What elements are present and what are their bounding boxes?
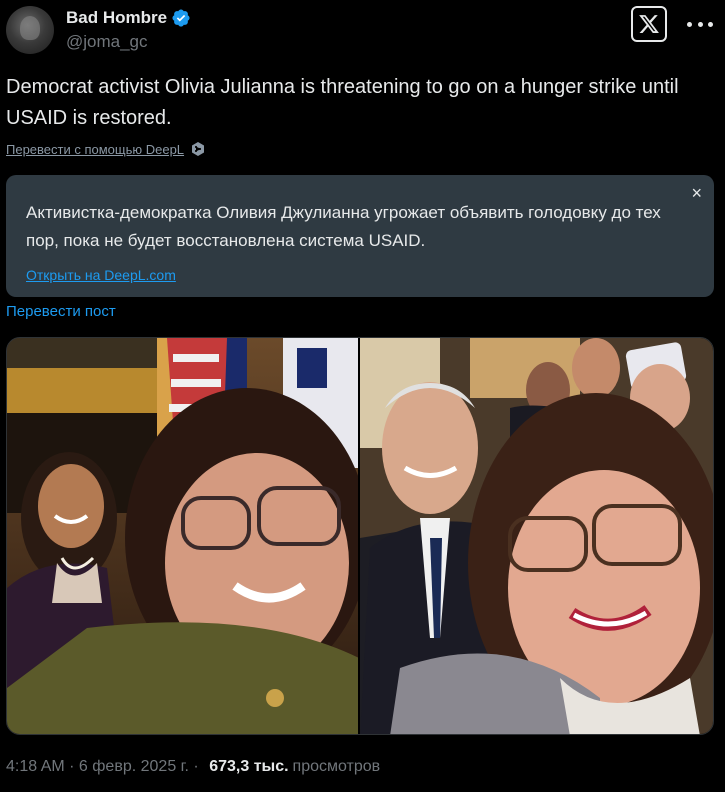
x-logo-icon[interactable] bbox=[631, 6, 667, 42]
photo-right[interactable] bbox=[360, 338, 713, 734]
deepl-translate-link[interactable]: Перевести с помощью DeepL bbox=[6, 141, 206, 157]
more-dots-icon[interactable] bbox=[687, 14, 713, 34]
separator-dot: · bbox=[188, 758, 204, 775]
verified-badge-icon bbox=[172, 9, 190, 27]
translation-text: Активистка-демократка Оливия Джулианна у… bbox=[26, 203, 661, 250]
author-handle[interactable]: @joma_gc bbox=[66, 32, 191, 52]
open-deepl-link[interactable]: Открыть на DeepL.com bbox=[26, 267, 176, 283]
tweet-footer: 4:18 AM · 6 февр. 2025 г. · 673,3 тыс. п… bbox=[6, 758, 380, 776]
deepl-icon bbox=[192, 142, 205, 156]
tweet-text: Democrat activist Olivia Julianna is thr… bbox=[6, 76, 679, 129]
deepl-link-label[interactable]: Перевести с помощью DeepL bbox=[6, 142, 184, 157]
tweet-time[interactable]: 4:18 AM bbox=[6, 758, 65, 776]
tweet-header: Bad Hombre @joma_gc bbox=[6, 6, 713, 58]
tweet-date[interactable]: 6 февр. 2025 г. bbox=[79, 758, 189, 776]
views-label: просмотров bbox=[292, 758, 381, 775]
photo-right-image bbox=[360, 338, 713, 734]
tweet-media[interactable] bbox=[6, 337, 714, 735]
photo-left-image bbox=[7, 338, 358, 734]
separator-dot: · bbox=[64, 758, 79, 775]
photo-left[interactable] bbox=[7, 338, 358, 734]
avatar[interactable] bbox=[6, 6, 54, 54]
translation-box: × Активистка-демократка Оливия Джулианна… bbox=[6, 175, 714, 297]
name-row: Bad Hombre bbox=[66, 8, 191, 28]
author-names: Bad Hombre @joma_gc bbox=[66, 8, 191, 52]
views-count: 673,3 тыс. bbox=[209, 758, 289, 775]
translate-post-link[interactable]: Перевести пост bbox=[6, 303, 116, 320]
display-name[interactable]: Bad Hombre bbox=[66, 8, 167, 28]
